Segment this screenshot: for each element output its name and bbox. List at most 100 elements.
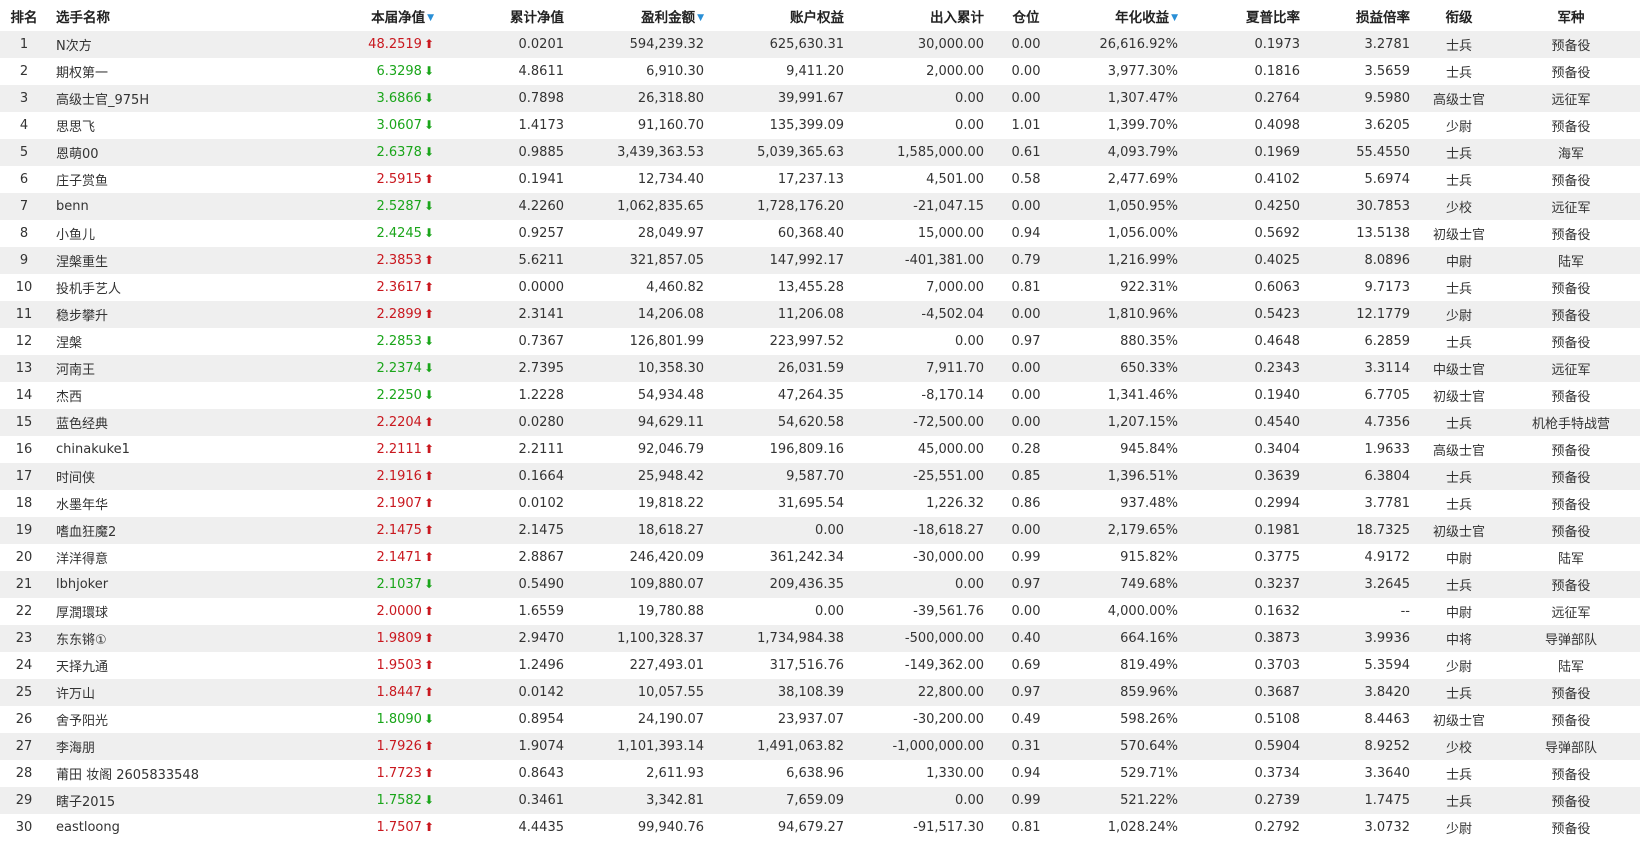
cell-player-name[interactable]: 小鱼儿	[48, 220, 288, 247]
table-row[interactable]: 4 思思飞 3.0607 ⬇ 1.4173 91,160.70 135,399.09 0.00…	[0, 112, 1640, 139]
cell-position: 0.00	[990, 301, 1062, 328]
table-row[interactable]: 12 涅槃 2.2853 ⬇ 0.7367 126,801.99 223,997.52 0.0…	[0, 328, 1640, 355]
cell-player-name[interactable]: 天择九通	[48, 652, 288, 679]
cell-player-name[interactable]: 高级士官_975H	[48, 85, 288, 112]
cell-player-name[interactable]: 蓝色经典	[48, 409, 288, 436]
table-row[interactable]: 30 eastloong 1.7507 ⬆ 4.4435 99,940.76 94,679.…	[0, 814, 1640, 841]
table-row[interactable]: 18 水墨年华 2.1907 ⬆ 0.0102 19,818.22 31,695.54 1,2…	[0, 490, 1640, 517]
header-flow[interactable]: 出入累计	[850, 0, 990, 31]
nav-value: 2.4245	[376, 226, 422, 241]
table-row[interactable]: 6 庄子赏鱼 2.5915 ⬆ 0.1941 12,734.40 17,237.13 4,50…	[0, 166, 1640, 193]
header-name[interactable]: 选手名称	[48, 0, 288, 31]
table-row[interactable]: 28 莆田 妆阁 2605833548 1.7723 ⬆ 0.8643 2,611.93 6…	[0, 760, 1640, 787]
cell-player-name[interactable]: 河南王	[48, 355, 288, 382]
cell-position: 1.01	[990, 112, 1062, 139]
header-sharpe[interactable]: 夏普比率	[1184, 0, 1306, 31]
table-row[interactable]: 16 chinakuke1 2.2111 ⬆ 2.2111 92,046.79 196,80…	[0, 436, 1640, 463]
cell-player-name[interactable]: N次方	[48, 31, 288, 58]
cell-player-name[interactable]: 李海朋	[48, 733, 288, 760]
table-row[interactable]: 29 瞎子2015 1.7582 ⬇ 0.3461 3,342.81 7,659.09 0.0…	[0, 787, 1640, 814]
cell-cum-nav: 2.8867	[440, 544, 570, 571]
arrow-down-icon: ⬇	[423, 145, 434, 159]
table-row[interactable]: 20 洋洋得意 2.1471 ⬆ 2.8867 246,420.09 361,242.34-…	[0, 544, 1640, 571]
table-row[interactable]: 7 benn 2.5287 ⬇ 4.2260 1,062,835.65 1,728,176.…	[0, 193, 1640, 220]
cell-player-name[interactable]: 稳步攀升	[48, 301, 288, 328]
header-rank-title[interactable]: 衔级	[1416, 0, 1502, 31]
table-row[interactable]: 19 嗜血狂魔2 2.1475 ⬆ 2.1475 18,618.27 0.00 -18,618…	[0, 517, 1640, 544]
table-row[interactable]: 3 高级士官_975H 3.6866 ⬇ 0.7898 26,318.80 39,991.6…	[0, 85, 1640, 112]
cell-profit: 1,062,835.65	[570, 193, 710, 220]
table-row[interactable]: 15 蓝色经典 2.2204 ⬆ 0.0280 94,629.11 54,620.58 -72…	[0, 409, 1640, 436]
nav-value: 2.3617	[376, 280, 422, 295]
header-branch[interactable]: 军种	[1502, 0, 1640, 31]
cell-player-name[interactable]: lbhjoker	[48, 571, 288, 598]
header-position[interactable]: 仓位	[990, 0, 1062, 31]
header-cum-nav[interactable]: 累计净值	[440, 0, 570, 31]
cell-player-name[interactable]: 洋洋得意	[48, 544, 288, 571]
table-row[interactable]: 11 稳步攀升 2.2899 ⬆ 2.3141 14,206.08 11,206.08 -4,…	[0, 301, 1640, 328]
table-row[interactable]: 9 涅槃重生 2.3853 ⬆ 5.6211 321,857.05 147,992.17 -4…	[0, 247, 1640, 274]
header-annual[interactable]: 年化收益 ▼	[1062, 0, 1184, 31]
header-equity[interactable]: 账户权益	[710, 0, 850, 31]
table-row[interactable]: 5 恩萌00 2.6378 ⬇ 0.9885 3,439,363.53 5,039,365.…	[0, 139, 1640, 166]
cell-player-name[interactable]: 嗜血狂魔2	[48, 517, 288, 544]
sort-desc-icon[interactable]: ▼	[427, 13, 434, 23]
table-row[interactable]: 26 舍予阳光 1.8090 ⬇ 0.8954 24,190.07 23,937.07 -30…	[0, 706, 1640, 733]
cell-player-name[interactable]: eastloong	[48, 814, 288, 841]
cell-player-name[interactable]: 期权第一	[48, 58, 288, 85]
sort-desc-icon[interactable]: ▼	[1171, 13, 1178, 23]
nav-value: 2.1037	[376, 577, 422, 592]
cell-profit: 10,358.30	[570, 355, 710, 382]
table-row[interactable]: 24 天择九通 1.9503 ⬆ 1.2496 227,493.01 317,516.76-…	[0, 652, 1640, 679]
cell-player-name[interactable]: 舍予阳光	[48, 706, 288, 733]
table-row[interactable]: 10 投机手艺人 2.3617 ⬆ 0.0000 4,460.82 13,455.28 7,0…	[0, 274, 1640, 301]
header-nav[interactable]: 本届净值 ▼	[288, 0, 440, 31]
table-row[interactable]: 14 杰西 2.2250 ⬇ 1.2228 54,934.48 47,264.35 -8,17…	[0, 382, 1640, 409]
table-row[interactable]: 17 时间侠 2.1916 ⬆ 0.1664 25,948.42 9,587.70 -25,5…	[0, 463, 1640, 490]
ranking-table: 排名 选手名称 本届净值 ▼ 累计净值 盈利金额 ▼ 账户权益 出入累计 仓位 年化…	[0, 0, 1640, 841]
table-row[interactable]: 1 N次方 48.2519 ⬆ 0.0201 594,239.32 625,630.31 30…	[0, 31, 1640, 58]
cell-player-name[interactable]: chinakuke1	[48, 436, 288, 463]
cell-cum-nav: 0.1941	[440, 166, 570, 193]
table-row[interactable]: 8 小鱼儿 2.4245 ⬇ 0.9257 28,049.97 60,368.40 15,00…	[0, 220, 1640, 247]
cell-rank: 3	[0, 85, 48, 112]
cell-player-name[interactable]: 恩萌00	[48, 139, 288, 166]
cell-equity: 209,436.35	[710, 571, 850, 598]
cell-annual: 1,341.46%	[1062, 382, 1184, 409]
sort-desc-icon[interactable]: ▼	[697, 13, 704, 23]
cell-player-name[interactable]: 许万山	[48, 679, 288, 706]
cell-player-name[interactable]: 思思飞	[48, 112, 288, 139]
table-row[interactable]: 22 厚潤環球 2.0000 ⬆ 1.6559 19,780.88 0.00 -39,561.…	[0, 598, 1640, 625]
cell-player-name[interactable]: 涅槃	[48, 328, 288, 355]
cell-position: 0.86	[990, 490, 1062, 517]
cell-flow: -39,561.76	[850, 598, 990, 625]
cell-annual: 1,396.51%	[1062, 463, 1184, 490]
cell-player-name[interactable]: 时间侠	[48, 463, 288, 490]
cell-player-name[interactable]: 东东锵①	[48, 625, 288, 652]
cell-nav: 2.2250 ⬇	[288, 382, 440, 409]
cell-flow: -1,000,000.00	[850, 733, 990, 760]
cell-player-name[interactable]: benn	[48, 193, 288, 220]
cell-player-name[interactable]: 投机手艺人	[48, 274, 288, 301]
table-row[interactable]: 25 许万山 1.8447 ⬆ 0.0142 10,057.55 38,108.39 22,8…	[0, 679, 1640, 706]
cell-sharpe: 0.3775	[1184, 544, 1306, 571]
cell-branch: 远征军	[1502, 355, 1640, 382]
header-pl-ratio[interactable]: 损益倍率	[1306, 0, 1416, 31]
cell-player-name[interactable]: 瞎子2015	[48, 787, 288, 814]
table-row[interactable]: 23 东东锵① 1.9809 ⬆ 2.9470 1,100,328.37 1,734,984…	[0, 625, 1640, 652]
table-row[interactable]: 21 lbhjoker 2.1037 ⬇ 0.5490 109,880.07 209,436…	[0, 571, 1640, 598]
cell-profit: 10,057.55	[570, 679, 710, 706]
cell-pl-ratio: 3.0732	[1306, 814, 1416, 841]
table-row[interactable]: 2 期权第一 6.3298 ⬇ 4.8611 6,910.30 9,411.20 2,000.…	[0, 58, 1640, 85]
cell-player-name[interactable]: 厚潤環球	[48, 598, 288, 625]
table-row[interactable]: 13 河南王 2.2374 ⬇ 2.7395 10,358.30 26,031.59 7,91…	[0, 355, 1640, 382]
cell-player-name[interactable]: 水墨年华	[48, 490, 288, 517]
nav-value: 2.2853	[376, 334, 422, 349]
cell-player-name[interactable]: 杰西	[48, 382, 288, 409]
header-rank[interactable]: 排名	[0, 0, 48, 31]
table-row[interactable]: 27 李海朋 1.7926 ⬆ 1.9074 1,101,393.14 1,491,063.…	[0, 733, 1640, 760]
cell-player-name[interactable]: 涅槃重生	[48, 247, 288, 274]
cell-player-name[interactable]: 莆田 妆阁 2605833548	[48, 760, 288, 787]
header-profit[interactable]: 盈利金额 ▼	[570, 0, 710, 31]
cell-player-name[interactable]: 庄子赏鱼	[48, 166, 288, 193]
